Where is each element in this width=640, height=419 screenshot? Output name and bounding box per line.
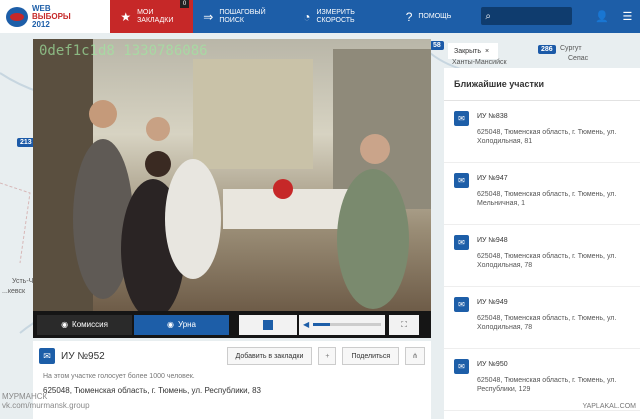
camera-id-overlay: 0def1c1d8 1330786086 <box>39 43 208 59</box>
nav-measure-speed[interactable]: ◔ ИЗМЕРИТЬ СКОРОСТЬ <box>293 0 395 33</box>
map-pin[interactable]: 286 <box>538 45 556 54</box>
panel-title: Ближайшие участки <box>444 68 640 101</box>
bookmark-count-badge: 0 <box>179 0 190 8</box>
camera-icon: ◉ <box>61 320 69 329</box>
search-icon: ⌕ <box>485 10 491 22</box>
close-icon: × <box>484 47 490 55</box>
nav-label: ПОМОЩЬ <box>418 12 452 20</box>
tab-commission-label: Комиссия <box>72 320 108 329</box>
menu-icon: ☰ <box>622 11 633 23</box>
camera-scene <box>33 39 431 311</box>
fullscreen-button[interactable]: ⛶ <box>389 314 419 335</box>
nav-my-bookmarks[interactable]: ★ МОИ ЗАКЛАДКИ 0 <box>110 0 194 33</box>
volume-fill <box>313 323 331 326</box>
nav-label: ПОШАГОВЫЙ ПОИСК <box>219 8 266 24</box>
station-name: ИУ №948 <box>477 237 508 244</box>
station-note: На этом участке голосует более 1000 чело… <box>43 373 195 380</box>
map-pin[interactable]: 58 <box>430 41 444 50</box>
help-icon: ? <box>405 9 413 24</box>
nav-help[interactable]: ? ПОМОЩЬ <box>396 0 462 33</box>
ballot-icon: ✉ <box>454 235 469 250</box>
close-label: Закрыть <box>454 47 481 55</box>
station-title: ИУ №952 <box>61 350 105 362</box>
list-item[interactable]: ✉ ИУ №838 625048, Тюменская область, г. … <box>444 101 640 163</box>
station-name: ИУ №949 <box>477 299 508 306</box>
list-item[interactable]: ✉ ИУ №949 625048, Тюменская область, г. … <box>444 287 640 349</box>
station-address: 625048, Тюменская область, г. Тюмень, ул… <box>43 386 261 395</box>
station-address: 625048, Тюменская область, г. Тюмень, ул… <box>477 315 617 331</box>
tab-urn-label: Урна <box>177 320 197 329</box>
city-label: Сепас <box>568 55 589 62</box>
user-button[interactable]: 👤 <box>590 0 615 33</box>
camera-feed: 0def1c1d8 1330786086 <box>33 39 431 311</box>
fullscreen-icon: ⛶ <box>401 319 407 329</box>
polling-station-info: ✉ ИУ №952 Добавить в закладки + Поделить… <box>33 341 431 419</box>
station-address: 625048, Тюменская область, г. Тюмень, ул… <box>477 253 617 269</box>
ballot-icon: ✉ <box>454 359 469 374</box>
ballot-icon: ✉ <box>454 111 469 126</box>
top-navigation-bar: WEB ВЫБОРЫ 2012 ★ МОИ ЗАКЛАДКИ 0 ⇒ ПОШАГ… <box>0 0 640 33</box>
station-name: ИУ №947 <box>477 175 508 182</box>
station-name: ИУ №950 <box>477 361 508 368</box>
nav-label: МОИ ЗАКЛАДКИ <box>137 8 174 24</box>
add-bookmark-plus-button[interactable]: + <box>318 347 337 365</box>
list-item[interactable]: ✉ ИУ №948 625048, Тюменская область, г. … <box>444 225 640 287</box>
logo-mark-icon <box>6 6 28 27</box>
share-icon[interactable]: ⋔ <box>405 347 425 365</box>
station-address: 625048, Тюменская область, г. Тюмень, ул… <box>477 377 617 393</box>
volume-track[interactable] <box>313 323 381 326</box>
video-player[interactable]: 0def1c1d8 1330786086 ◉ Комиссия ◉ Урна ◀… <box>33 39 431 338</box>
ballot-icon: ✉ <box>454 297 469 312</box>
nav-step-search[interactable]: ⇒ ПОШАГОВЫЙ ПОИСК <box>193 0 293 33</box>
ballot-icon: ✉ <box>39 348 55 364</box>
ballot-icon: ✉ <box>454 173 469 188</box>
close-panel-tab[interactable]: Закрыть × <box>448 43 498 59</box>
volume-slider[interactable]: ◀ <box>299 314 385 335</box>
user-icon: 👤 <box>595 11 610 23</box>
nearby-stations-panel: Ближайшие участки ✉ ИУ №838 625048, Тюме… <box>444 68 640 419</box>
city-label: Сургут <box>560 45 582 52</box>
city-label: Ханты-Мансийск <box>452 59 507 66</box>
search-input[interactable]: ⌕ <box>481 7 572 25</box>
list-item[interactable]: ✉ ИУ №950 625048, Тюменская область, г. … <box>444 349 640 411</box>
camera-icon: ◉ <box>166 320 174 329</box>
watermark-left: МУРМАНСК vk.com/murmansk.group <box>2 392 90 410</box>
speaker-icon: ◀ <box>303 320 310 329</box>
city-label: ...кевск <box>2 288 26 295</box>
site-logo[interactable]: WEB ВЫБОРЫ 2012 <box>0 0 111 33</box>
stop-icon <box>263 319 273 330</box>
star-icon: ★ <box>120 9 132 24</box>
tab-urn[interactable]: ◉ Урна <box>134 314 229 335</box>
video-controls: ◉ Комиссия ◉ Урна ◀ ⛶ <box>33 311 431 338</box>
station-address: 625048, Тюменская область, г. Тюмень, ул… <box>477 129 617 145</box>
logo-text: WEB ВЫБОРЫ 2012 <box>32 3 71 29</box>
stop-button[interactable] <box>239 314 297 335</box>
nav-label: ИЗМЕРИТЬ СКОРОСТЬ <box>316 8 355 24</box>
watermark-right: YAPLAKAL.COM <box>582 403 636 410</box>
list-item[interactable]: ✉ ИУ №947 625048, Тюменская область, г. … <box>444 163 640 225</box>
station-name: ИУ №838 <box>477 113 508 120</box>
station-address: 625048, Тюменская область, г. Тюмень, ул… <box>477 191 617 207</box>
tab-commission[interactable]: ◉ Комиссия <box>37 314 132 335</box>
steps-icon: ⇒ <box>203 9 214 24</box>
add-bookmark-button[interactable]: Добавить в закладки <box>226 347 313 365</box>
menu-button[interactable]: ☰ <box>615 0 640 33</box>
speedometer-icon: ◔ <box>303 9 311 24</box>
share-button[interactable]: Поделиться <box>342 347 400 365</box>
